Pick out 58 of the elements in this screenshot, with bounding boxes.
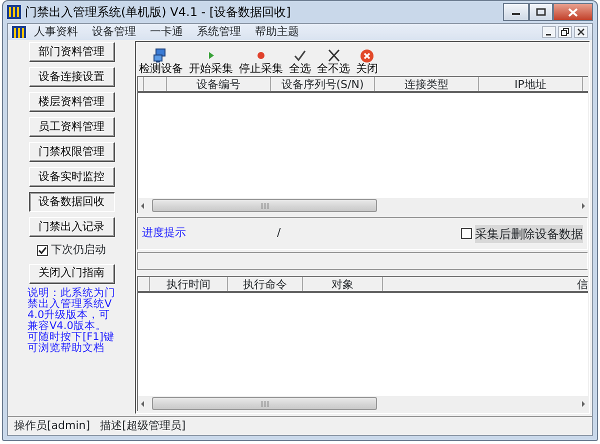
help-note: 说明：此系统为门禁出入管理系统V4.0升级版本，可兼容V4.0版本。可随时按下[F1]键可浏览帮助文档 bbox=[28, 288, 116, 354]
window-title: 门禁出入管理系统(单机版) V4.1 - [设备数据回收] bbox=[25, 4, 292, 21]
column-header[interactable]: 连接类型 bbox=[375, 77, 479, 91]
guide-button[interactable]: 关闭入门指南 bbox=[28, 264, 114, 284]
menu-item[interactable]: 设备管理 bbox=[86, 24, 142, 40]
status-text: 描述[超级管理员] bbox=[100, 418, 186, 434]
restore-icon bbox=[561, 28, 569, 36]
checkbox-label: 采集后删除设备数据 bbox=[475, 224, 583, 242]
close-button[interactable] bbox=[574, 26, 588, 38]
progress-label: 进度提示 bbox=[142, 225, 187, 242]
sidebar-button[interactable]: 门禁出入记录 bbox=[28, 217, 114, 237]
column-header[interactable]: 对象 bbox=[303, 277, 383, 291]
column-header[interactable]: 设备编号 bbox=[167, 77, 271, 91]
column-header[interactable]: 执行时间 bbox=[150, 277, 228, 291]
status-text: 操作员[admin] bbox=[14, 418, 90, 434]
column-header[interactable]: 设备序列号(S/N) bbox=[271, 77, 375, 91]
minimize-button[interactable] bbox=[542, 26, 556, 38]
column-header[interactable]: 信 bbox=[383, 277, 588, 291]
close-icon bbox=[359, 48, 375, 63]
toolbar-button[interactable]: 全不选 bbox=[316, 48, 351, 75]
app-logo-icon bbox=[12, 26, 26, 38]
close-icon bbox=[326, 48, 342, 63]
checkbox[interactable] bbox=[37, 244, 48, 256]
check-icon bbox=[292, 48, 308, 63]
checkbox-label: 下次仍启动 bbox=[50, 242, 106, 258]
column-header[interactable]: 执行命令 bbox=[228, 277, 303, 291]
toolbar-button[interactable]: 开始采集 bbox=[188, 48, 234, 75]
toolbar-button[interactable]: 关闭 bbox=[355, 48, 379, 75]
close-icon bbox=[577, 28, 585, 36]
menu-item[interactable]: 人事资料 bbox=[28, 24, 84, 40]
progress-value: / bbox=[277, 225, 282, 242]
menu-item[interactable]: 系统管理 bbox=[191, 24, 247, 40]
close-button[interactable] bbox=[553, 3, 593, 21]
maximize-icon bbox=[536, 8, 546, 16]
toolbar-button[interactable]: 停止采集 bbox=[238, 48, 284, 75]
horizontal-scrollbar[interactable] bbox=[138, 198, 588, 213]
sidebar-button[interactable]: 楼层资料管理 bbox=[28, 92, 114, 112]
toolbar-button[interactable]: 检测设备 bbox=[138, 48, 184, 75]
check-icon bbox=[38, 246, 48, 255]
menu-item[interactable]: 帮助主题 bbox=[249, 24, 305, 40]
sidebar-button[interactable]: 门禁权限管理 bbox=[28, 142, 114, 162]
menu-item[interactable]: 一卡通 bbox=[144, 24, 189, 40]
restore-button[interactable] bbox=[558, 26, 572, 38]
sidebar-button[interactable]: 设备实时监控 bbox=[28, 167, 114, 187]
sidebar-button[interactable]: 部门资料管理 bbox=[28, 42, 114, 62]
sidebar-button[interactable]: 员工资料管理 bbox=[28, 117, 114, 137]
column-header[interactable]: IP地址 bbox=[479, 77, 583, 91]
grip-icon bbox=[260, 202, 268, 208]
grip-icon bbox=[260, 400, 268, 406]
close-icon bbox=[568, 8, 578, 16]
sidebar-button[interactable]: 设备连接设置 bbox=[28, 67, 114, 87]
app-logo-icon bbox=[7, 5, 21, 19]
sidebar-button[interactable]: 设备数据回收 bbox=[28, 192, 114, 212]
checkbox[interactable] bbox=[461, 228, 472, 239]
maximize-button[interactable] bbox=[529, 3, 553, 21]
minimize-button[interactable] bbox=[503, 3, 529, 21]
toolbar-button[interactable]: 全选 bbox=[288, 48, 312, 75]
horizontal-scrollbar[interactable] bbox=[138, 396, 588, 411]
